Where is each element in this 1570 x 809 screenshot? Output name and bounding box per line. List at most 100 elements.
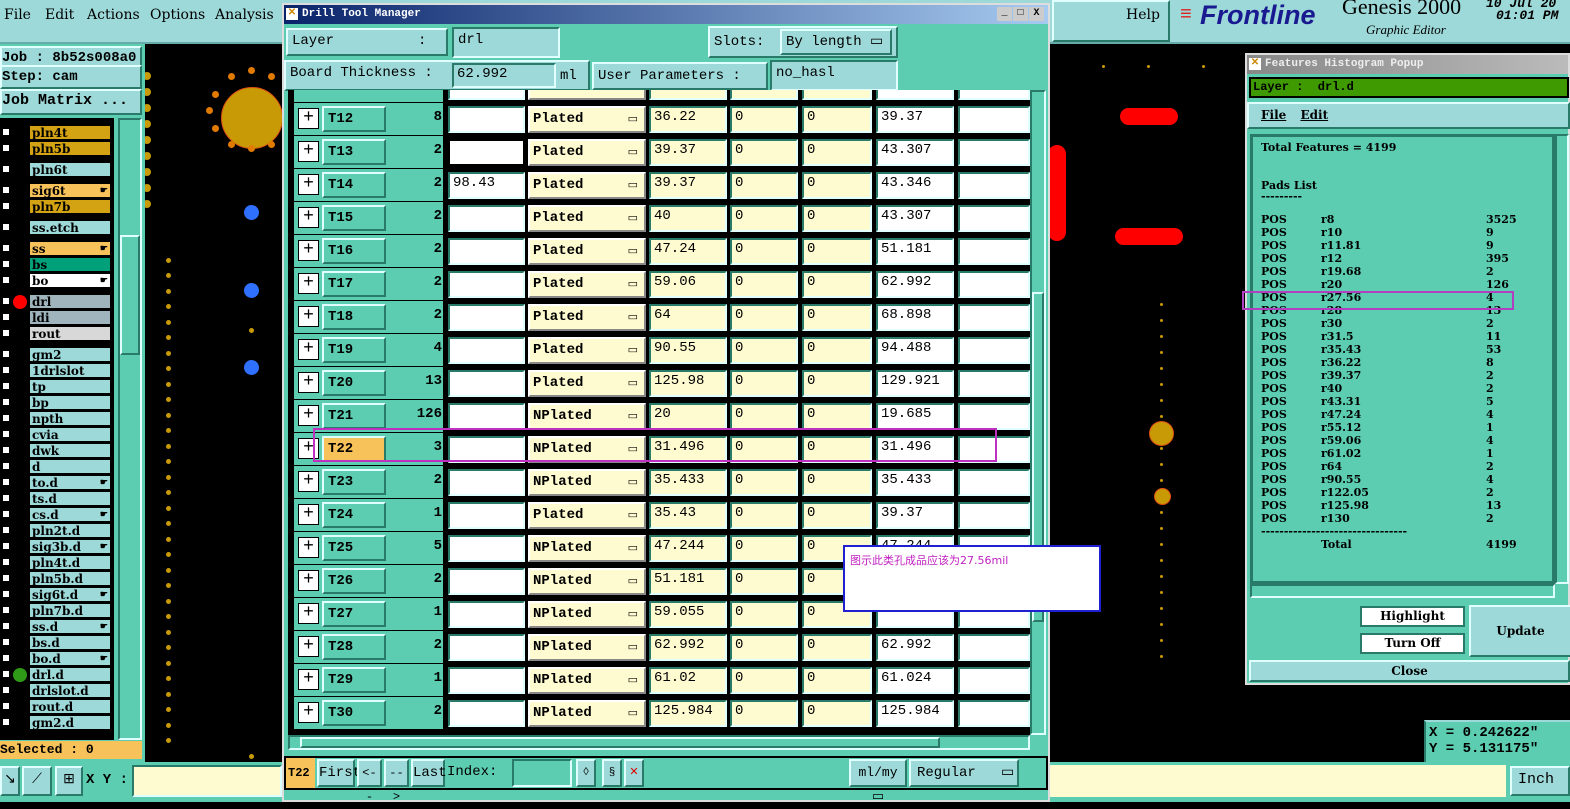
tool-cell-input[interactable]: 62.992 [876,271,954,298]
type-dropdown[interactable]: NPlated ▭ [528,634,646,661]
tool-cell-input[interactable]: 39.37 [649,139,727,166]
pad-row[interactable]: POS r43.31 5 [1261,395,1521,408]
thickness-input[interactable]: 62.992 [452,63,556,88]
xy-input[interactable] [132,765,282,797]
table-row[interactable]: + T16 2 Plated ▭ 47.24 0 0 51.181 [288,235,1030,267]
layer-item-pln4t-d[interactable]: pln4t.d [29,555,111,570]
expand-icon[interactable]: + [298,669,319,690]
tool-cell-input[interactable]: 0 [730,337,798,364]
type-dropdown[interactable]: NPlated ▭ [528,667,646,694]
expand-icon[interactable]: + [298,405,319,426]
tool-cell-input[interactable]: 0 [730,238,798,265]
type-dropdown[interactable]: Plated ▭ [528,304,646,331]
layer-checkbox[interactable] [1,653,11,663]
pad-row[interactable]: POS r122.05 2 [1261,486,1521,499]
tool-cell-input[interactable] [448,304,525,331]
hist-hscrollbar[interactable] [1250,584,1555,598]
table-row[interactable]: + T28 2 NPlated ▭ 62.992 0 0 62.992 [288,631,1030,663]
tool-cell-input[interactable]: 0 [730,469,798,496]
layer-item-pln4t[interactable]: pln4t [29,125,111,140]
layer-item-ss-etch[interactable]: ss.etch [29,220,111,235]
type-dropdown[interactable]: Plated ▭ [528,271,646,298]
tool-cell-input[interactable] [730,90,798,100]
dtm-title-bar[interactable]: ✕ Drill Tool Manager _ □ X [284,5,1048,24]
tool-cell-input[interactable] [958,634,1030,661]
tool-cell-input[interactable] [958,271,1030,298]
table-row[interactable]: + T14 2 98.43 Plated ▭ 39.37 0 0 43.346 [288,169,1030,201]
expand-icon[interactable]: + [298,174,319,195]
tool-cell-input[interactable] [448,634,525,661]
layer-checkbox[interactable] [1,381,11,391]
layer-item-bo-d[interactable]: bo.d ☛ [29,651,111,666]
tool-cell-input[interactable]: 0 [730,634,798,661]
layer-item-npth[interactable]: npth [29,411,111,426]
expand-icon[interactable]: + [298,306,319,327]
highlight-button[interactable]: Highlight [1360,606,1465,627]
tool-cell-input[interactable] [958,700,1030,727]
layer-item-sig6t[interactable]: sig6t ☛ [29,183,111,198]
layer-checkbox[interactable] [1,243,11,253]
tool-cell-input[interactable] [448,106,525,133]
layer-item-pln5b[interactable]: pln5b [29,141,111,156]
pad-row[interactable]: POS r59.06 4 [1261,434,1521,447]
pad-row[interactable]: POS r40 2 [1261,382,1521,395]
table-row[interactable]: + T15 2 Plated ▭ 40 0 0 43.307 [288,202,1030,234]
tool-cell-input[interactable] [958,304,1030,331]
bulb-icon[interactable]: ◊ [576,759,596,787]
table-row[interactable]: + T20 13 Plated ▭ 125.98 0 0 129.921 [288,367,1030,399]
type-dropdown[interactable]: NPlated ▭ [528,535,646,562]
table-hscrollbar[interactable] [288,735,1030,750]
tool-cell-input[interactable] [958,502,1030,529]
tool-button[interactable]: T14 [322,172,386,198]
expand-icon[interactable]: + [298,504,319,525]
layer-item-bs-d[interactable]: bs.d [29,635,111,650]
tool-cell-input[interactable]: 51.181 [649,568,727,595]
tool-cell-input[interactable]: 0 [730,304,798,331]
table-row[interactable]: + T24 1 Plated ▭ 35.43 0 0 39.37 [288,499,1030,531]
tool-cell-input[interactable]: 36.22 [649,106,727,133]
layer-checkbox[interactable] [1,621,11,631]
type-dropdown[interactable]: NPlated ▭ [528,469,646,496]
tool-cell-input[interactable]: 35.43 [649,502,727,529]
tool-cell-input[interactable]: 43.346 [876,172,954,199]
tool-cell-input[interactable]: 0 [730,568,798,595]
layer-checkbox[interactable] [1,312,11,322]
tool-cell-input[interactable] [448,469,525,496]
pad-row[interactable]: POS r130 2 [1261,512,1521,525]
tool-cell-input[interactable] [958,403,1030,430]
tool-cell-input[interactable]: 0 [730,106,798,133]
tool-cell-input[interactable] [448,403,525,430]
tool-cell-input[interactable] [448,568,525,595]
tool-cell-input[interactable]: 125.984 [876,700,954,727]
layer-item-cvia[interactable]: cvia [29,427,111,442]
layer-checkbox[interactable] [1,365,11,375]
layer-item-rout-d[interactable]: rout.d [29,699,111,714]
tool-cell-input[interactable] [876,90,954,100]
tool-cell-input[interactable]: 0 [730,403,798,430]
layer-checkbox[interactable] [1,201,11,211]
tool-cell-input[interactable]: 0 [802,271,872,298]
expand-icon[interactable]: + [298,141,319,162]
tool-cell-input[interactable]: 0 [730,205,798,232]
expand-icon[interactable]: + [298,273,319,294]
pad-row[interactable]: POS r8 3525 [1261,213,1521,226]
expand-icon[interactable]: + [298,339,319,360]
pad-row[interactable]: POS r20 126 [1261,278,1521,291]
tool-cell-input[interactable] [802,90,872,100]
type-dropdown[interactable]: Plated ▭ [528,106,646,133]
tool-cell-input[interactable]: 61.02 [649,667,727,694]
tool-cell-input[interactable]: 129.921 [876,370,954,397]
tool-cell-input[interactable]: 0 [730,700,798,727]
pad-row[interactable]: POS r12 395 [1261,252,1521,265]
delete-icon[interactable]: ✕ [624,759,644,787]
menu-file[interactable]: File [4,7,31,23]
tool-cell-input[interactable]: 62.992 [649,634,727,661]
pad-row[interactable]: POS r61.02 1 [1261,447,1521,460]
layer-item-dwk[interactable]: dwk [29,443,111,458]
tool-cell-input[interactable] [958,370,1030,397]
layer-item-to-d[interactable]: to.d ☛ [29,475,111,490]
tool-cell-input[interactable]: 0 [802,469,872,496]
pad-row[interactable]: POS r39.37 2 [1261,369,1521,382]
command-line[interactable] [1050,765,1506,797]
expand-icon[interactable]: + [298,570,319,591]
